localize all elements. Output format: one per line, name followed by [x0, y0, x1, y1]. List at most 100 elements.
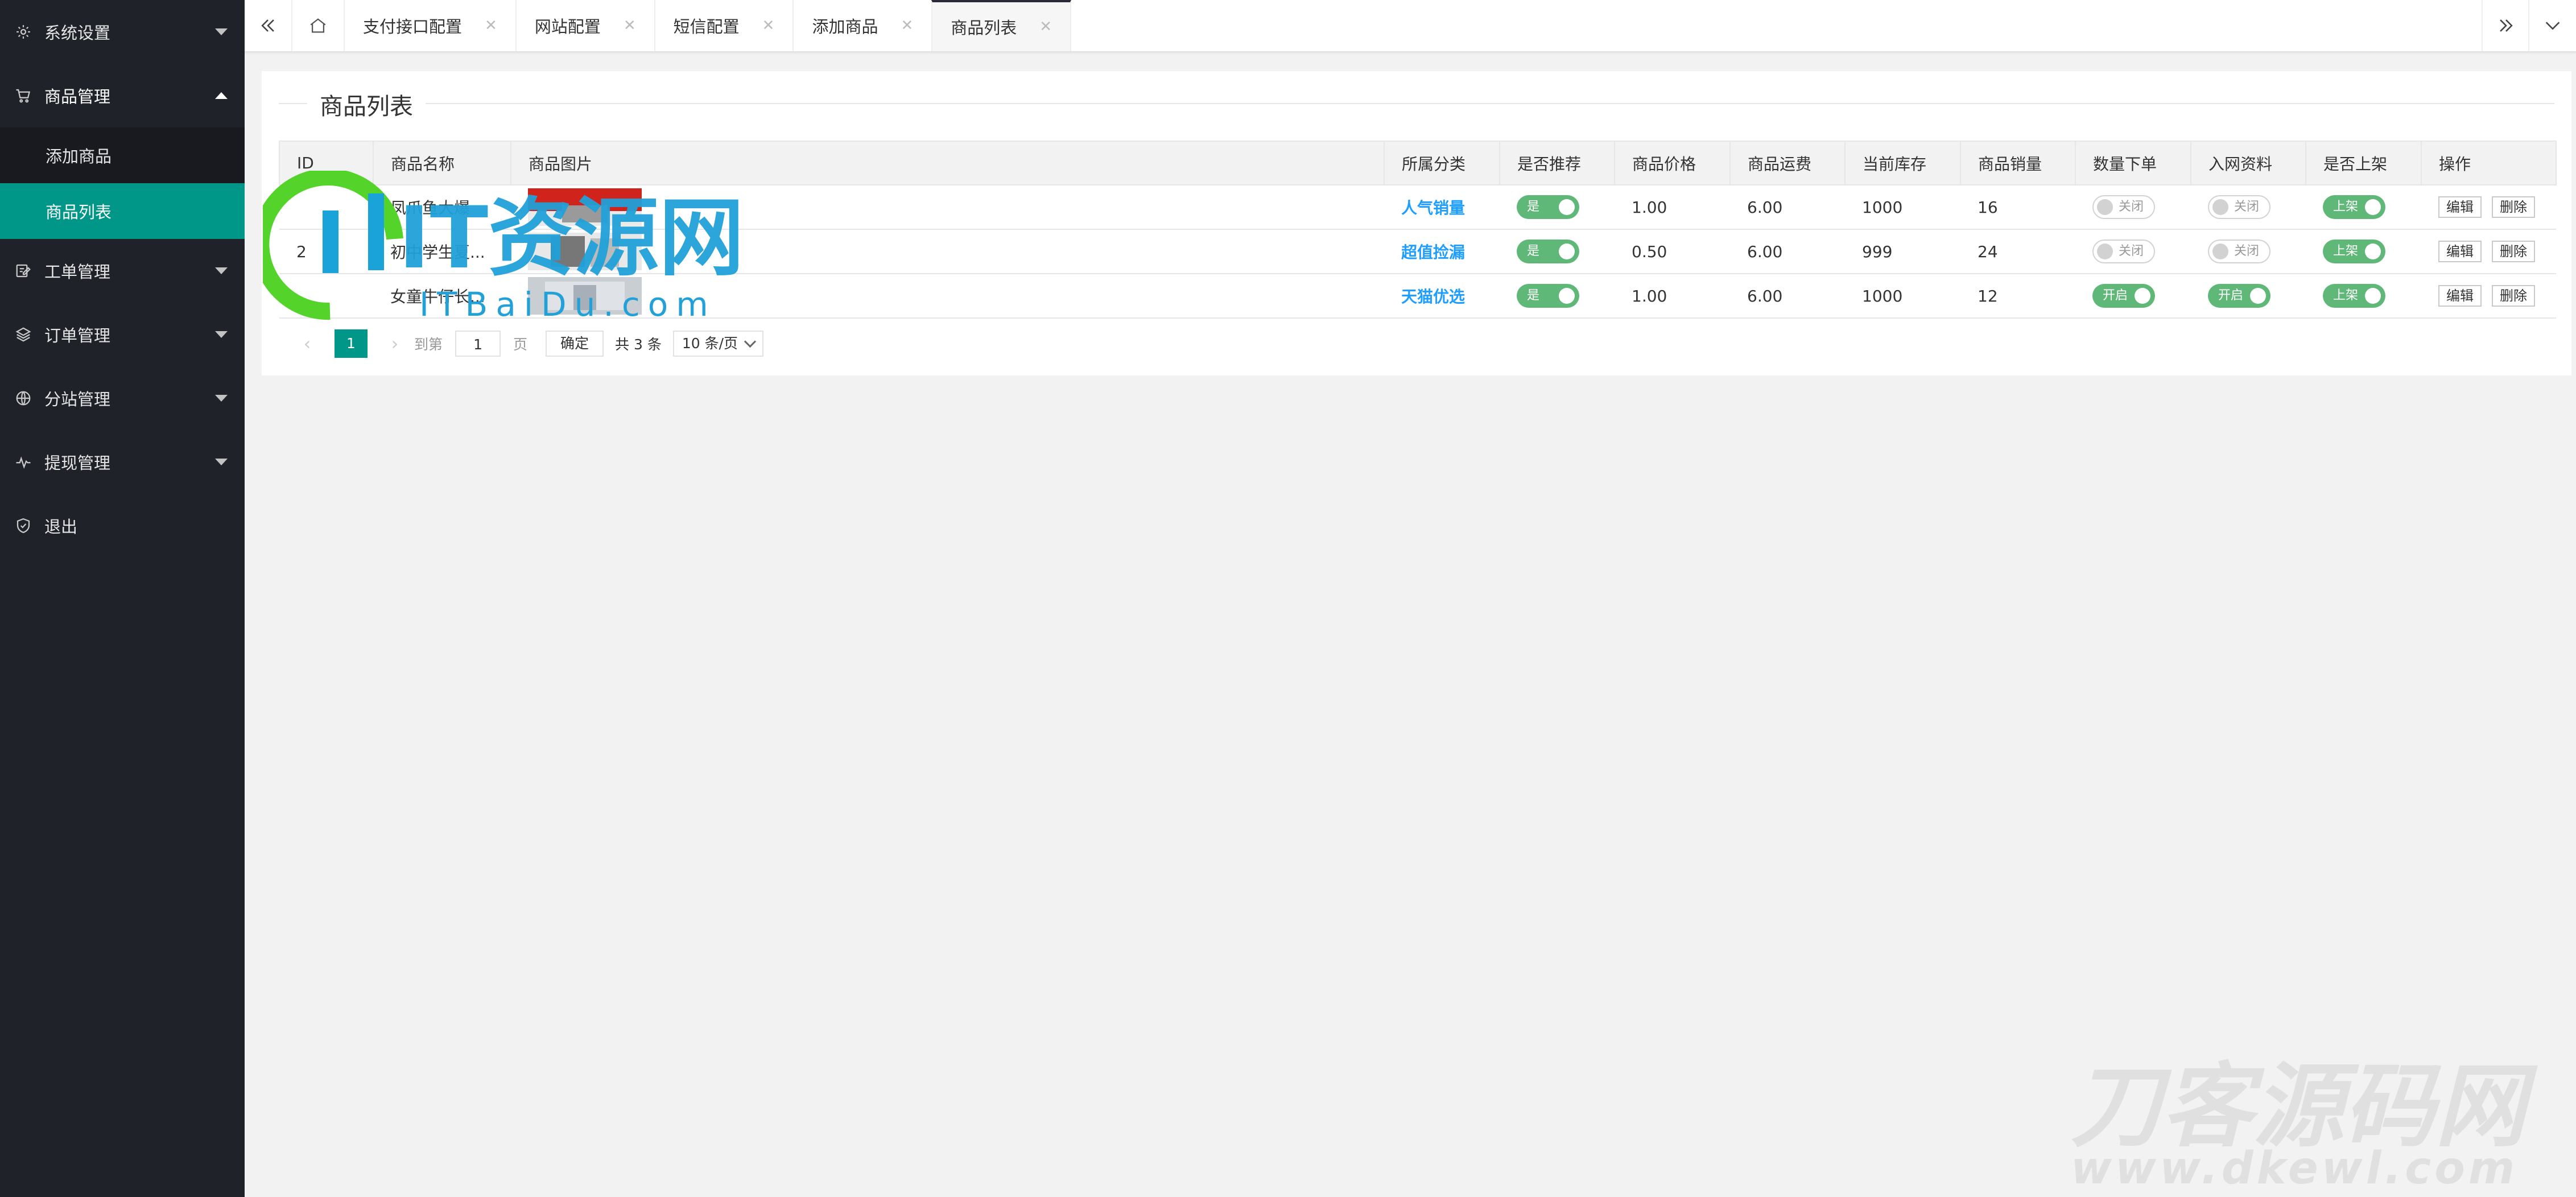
recommend-toggle[interactable]: 是 — [1517, 240, 1579, 263]
toggle-label: 开启 — [2103, 288, 2128, 303]
tab-add-product[interactable]: 添加商品 ✕ — [792, 0, 931, 51]
chevron-down-icon — [2545, 22, 2560, 30]
toggle-label: 关闭 — [2119, 200, 2144, 214]
sidebar-item-order-management[interactable]: 订单管理 — [0, 303, 245, 366]
cell-category: 天猫优选 — [1384, 273, 1500, 319]
table-header-row: ID 商品名称 商品图片 所属分类 是否推荐 商品价格 商品运费 当前库存 商品… — [279, 141, 2557, 185]
sidebar-subitem-product-list[interactable]: 商品列表 — [0, 183, 245, 239]
cell-listed: 上架 — [2306, 184, 2421, 230]
cell-price: 1.00 — [1615, 273, 1730, 319]
cell-stock: 1000 — [1845, 273, 1960, 319]
delete-button[interactable]: 删除 — [2492, 241, 2535, 262]
listed-toggle[interactable]: 上架 — [2323, 195, 2385, 219]
edit-button[interactable]: 编辑 — [2438, 241, 2482, 262]
divider — [279, 103, 2554, 104]
chevron-down-icon — [215, 395, 228, 402]
tabs-menu-button[interactable] — [2528, 0, 2576, 51]
double-chevron-right-icon — [2500, 19, 2513, 32]
qty-order-toggle[interactable]: 关闭 — [2092, 195, 2155, 219]
delete-button[interactable]: 删除 — [2492, 196, 2535, 218]
chevron-left-icon[interactable]: ‹ — [296, 333, 319, 354]
sidebar-submenu: 添加商品 商品列表 — [0, 127, 245, 239]
column-header: 商品销量 — [1960, 141, 2076, 185]
cell-image — [511, 184, 1384, 230]
close-icon[interactable]: ✕ — [1039, 18, 1052, 35]
recommend-toggle[interactable]: 是 — [1517, 284, 1579, 308]
net-info-toggle[interactable]: 关闭 — [2208, 240, 2270, 263]
toggle-label: 关闭 — [2119, 244, 2144, 258]
cell-stock: 1000 — [1845, 184, 1960, 230]
sidebar-item-label: 提现管理 — [44, 453, 111, 473]
goto-page-input[interactable]: 1 — [455, 331, 501, 357]
globe-icon — [15, 390, 32, 407]
table-row: 凤爪鱼大爆 人气销量 是 1.00 6.00 1000 16 关闭 关闭 上架 … — [279, 184, 2556, 230]
column-header: 商品图片 — [510, 141, 1385, 185]
listed-toggle[interactable]: 上架 — [2323, 240, 2385, 263]
sidebar-item-product-management[interactable]: 商品管理 — [0, 64, 245, 127]
cell-price: 1.00 — [1615, 184, 1730, 230]
tab-site-config[interactable]: 网站配置 ✕ — [515, 0, 654, 51]
sidebar-item-withdraw-management[interactable]: 提现管理 — [0, 430, 245, 494]
tab-home[interactable] — [291, 0, 344, 51]
category-link[interactable]: 天猫优选 — [1401, 287, 1465, 306]
column-header: 数量下单 — [2075, 141, 2191, 185]
tab-label: 短信配置 — [673, 17, 740, 36]
close-icon[interactable]: ✕ — [762, 17, 775, 34]
tab-product-list[interactable]: 商品列表 ✕ — [931, 0, 1072, 51]
tab-label: 网站配置 — [534, 17, 601, 36]
tab-payment-config[interactable]: 支付接口配置 ✕ — [344, 0, 515, 51]
chevron-down-icon — [215, 331, 228, 338]
table-row: 女童牛仔长... 天猫优选 是 1.00 6.00 1000 12 开启 开启 … — [279, 273, 2556, 319]
tabs-scroll-right-button[interactable] — [2482, 0, 2529, 51]
cell-sales: 24 — [1960, 229, 2075, 274]
sidebar-item-logout[interactable]: 退出 — [0, 494, 245, 558]
cell-actions: 编辑 删除 — [2421, 273, 2556, 319]
cell-shipping: 6.00 — [1730, 229, 1845, 274]
toggle-label: 是 — [1527, 288, 1540, 303]
cell-stock: 999 — [1845, 229, 1960, 274]
tabs-scroll-left-button[interactable] — [245, 0, 291, 51]
tab-label: 商品列表 — [951, 18, 1017, 38]
recommend-toggle[interactable]: 是 — [1517, 195, 1579, 219]
page-current[interactable]: 1 — [335, 329, 368, 358]
sidebar-item-system-settings[interactable]: 系统设置 — [0, 0, 245, 64]
listed-toggle[interactable]: 上架 — [2323, 284, 2385, 308]
tab-sms-config[interactable]: 短信配置 ✕ — [654, 0, 793, 51]
tab-label: 支付接口配置 — [363, 17, 463, 36]
cell-recommend: 是 — [1500, 273, 1615, 319]
sidebar-item-substation-management[interactable]: 分站管理 — [0, 366, 245, 430]
cell-actions: 编辑 删除 — [2421, 184, 2556, 230]
column-header: 所属分类 — [1384, 141, 1500, 185]
goto-label: 到第 — [414, 336, 443, 353]
sidebar-item-ticket-management[interactable]: 工单管理 — [0, 239, 245, 303]
delete-button[interactable]: 删除 — [2492, 285, 2535, 307]
qty-order-toggle[interactable]: 关闭 — [2092, 240, 2155, 263]
category-link[interactable]: 超值捡漏 — [1401, 243, 1465, 262]
qty-order-toggle[interactable]: 开启 — [2092, 284, 2155, 308]
cell-qty-order: 关闭 — [2075, 229, 2191, 274]
tab-bar: 支付接口配置 ✕ 网站配置 ✕ 短信配置 ✕ 添加商品 ✕ 商品列表 ✕ — [245, 0, 2576, 52]
close-icon[interactable]: ✕ — [485, 17, 497, 34]
product-image — [528, 277, 642, 315]
chevron-right-icon[interactable]: › — [383, 333, 406, 354]
cell-recommend: 是 — [1500, 184, 1615, 230]
content-card: 商品列表 ID 商品名称 商品图片 所属分类 是否推荐 商品价格 商品运费 当前… — [262, 71, 2571, 375]
column-header: 商品价格 — [1614, 141, 1731, 185]
goto-confirm-button[interactable]: 确定 — [546, 331, 604, 357]
pagination: ‹ 1 › 到第 1 页 确定 共 3 条 10 条/页 — [296, 329, 764, 358]
watermark-dkewl: 刀客源码网 www.dkewl.com — [2071, 1053, 2571, 1194]
column-header: 商品名称 — [373, 141, 511, 185]
close-icon[interactable]: ✕ — [901, 17, 913, 34]
page-size-select[interactable]: 10 条/页 — [672, 331, 764, 357]
category-link[interactable]: 人气销量 — [1401, 199, 1465, 217]
column-header: ID — [279, 141, 374, 185]
cell-net-info: 关闭 — [2191, 229, 2306, 274]
net-info-toggle[interactable]: 开启 — [2208, 284, 2270, 308]
sidebar-subitem-add-product[interactable]: 添加商品 — [0, 127, 245, 183]
edit-button[interactable]: 编辑 — [2438, 196, 2482, 218]
cell-sales: 16 — [1960, 184, 2075, 230]
edit-button[interactable]: 编辑 — [2438, 285, 2482, 307]
chevron-down-icon — [744, 335, 757, 348]
close-icon[interactable]: ✕ — [624, 17, 636, 34]
net-info-toggle[interactable]: 关闭 — [2208, 195, 2270, 219]
